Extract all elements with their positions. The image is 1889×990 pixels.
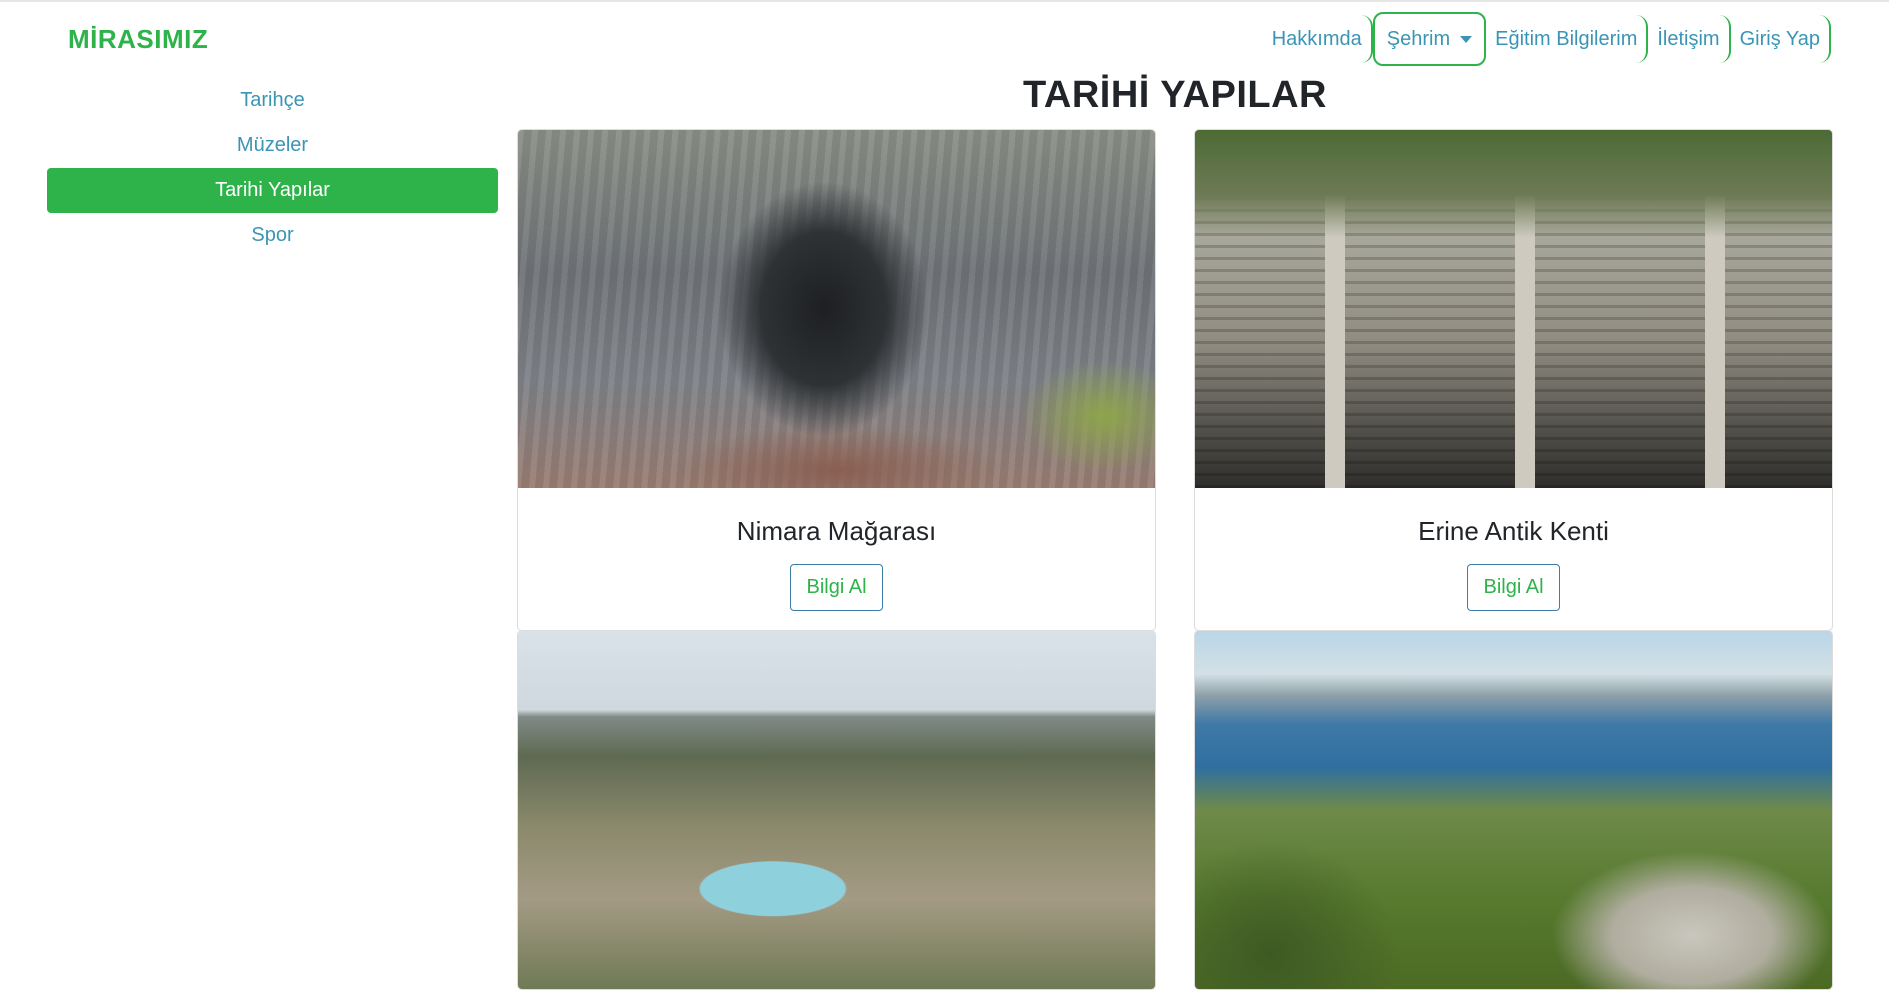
page-title: TARİHİ YAPILAR — [1022, 74, 1327, 116]
sidebar-item-history[interactable]: Tarihçe — [47, 78, 498, 123]
card-fourth — [1194, 630, 1833, 990]
nav-city-label: Şehrim — [1386, 28, 1451, 50]
top-border — [0, 0, 1889, 2]
sidebar-item-sports[interactable]: Spor — [47, 213, 498, 258]
card-image — [1195, 130, 1832, 488]
info-button[interactable]: Bilgi Al — [790, 564, 883, 611]
sidebar: Tarihçe Müzeler Tarihi Yapılar Spor — [47, 78, 498, 258]
card-body: Erine Antik Kenti Bilgi Al — [1195, 488, 1832, 630]
card-body: Nimara Mağarası Bilgi Al — [518, 488, 1155, 630]
card-image — [1195, 631, 1832, 989]
nav-city-dropdown[interactable]: Şehrim — [1372, 12, 1487, 66]
sidebar-item-museums[interactable]: Müzeler — [47, 123, 498, 168]
card-image — [518, 631, 1155, 989]
nav-about-link[interactable]: Hakkımda — [1263, 15, 1373, 63]
card-title: Erine Antik Kenti — [1418, 516, 1609, 546]
main-navbar: Hakkımda Şehrim Eğitim Bilgilerim İletiş… — [1263, 12, 1831, 66]
caret-down-icon — [1460, 35, 1473, 43]
card-erine-ancient-city: Erine Antik Kenti Bilgi Al — [1194, 129, 1833, 631]
nav-contact-link[interactable]: İletişim — [1648, 15, 1731, 63]
card-image — [518, 130, 1155, 488]
nav-login-link[interactable]: Giriş Yap — [1731, 15, 1831, 63]
site-logo[interactable]: MİRASIMIZ — [68, 24, 208, 55]
card-third — [517, 630, 1156, 990]
card-nimara-cave: Nimara Mağarası Bilgi Al — [517, 129, 1156, 631]
nav-education-link[interactable]: Eğitim Bilgilerim — [1486, 15, 1649, 63]
card-title: Nimara Mağarası — [736, 516, 937, 546]
sidebar-item-historic-buildings[interactable]: Tarihi Yapılar — [47, 168, 498, 213]
info-button[interactable]: Bilgi Al — [1467, 564, 1560, 611]
